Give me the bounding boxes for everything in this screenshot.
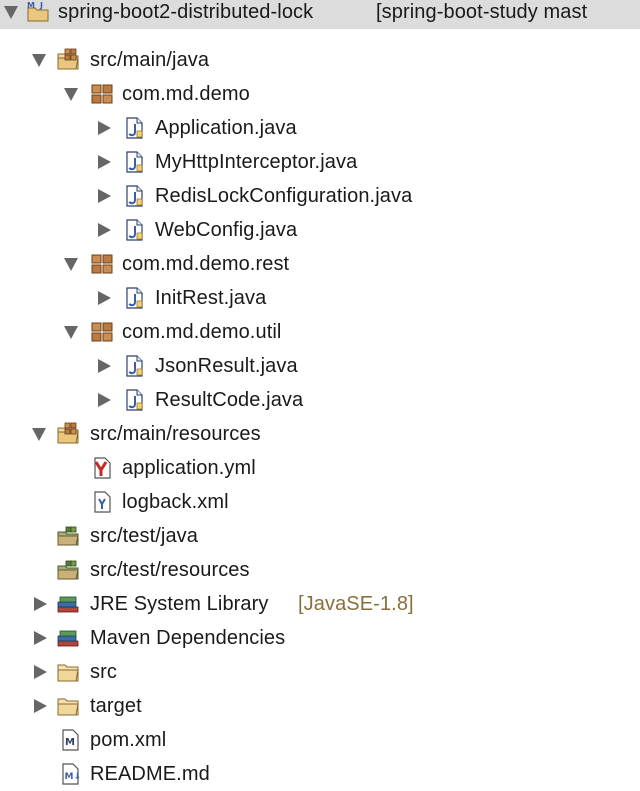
tree-item-label: JRE System Library — [90, 593, 269, 615]
tree-row-src-test-java[interactable]: src/test/java — [0, 519, 640, 553]
tree-item-label: spring-boot2-distributed-lock — [58, 1, 314, 23]
collapse-twisty-icon[interactable] — [98, 393, 111, 407]
library-icon — [56, 592, 80, 616]
source-folder-icon — [56, 422, 80, 446]
expand-twisty-icon[interactable] — [4, 6, 18, 19]
project-branch-decoration: [spring-boot-study mast — [376, 1, 588, 23]
java-enum-file-icon — [122, 388, 146, 412]
tree-item-label: README.md — [90, 763, 210, 785]
tree-row-java-file[interactable]: Application.java — [0, 111, 640, 145]
collapse-twisty-icon[interactable] — [34, 665, 47, 679]
folder-icon — [56, 660, 80, 684]
test-source-folder-icon — [56, 558, 80, 582]
tree-item-label: ResultCode.java — [155, 389, 304, 411]
tree-row-xml-file[interactable]: logback.xml — [0, 485, 640, 519]
tree-row-maven-dependencies[interactable]: Maven Dependencies — [0, 621, 640, 655]
tree-item-label: target — [90, 695, 142, 717]
tree-row-src-test-resources[interactable]: src/test/resources — [0, 553, 640, 587]
package-icon — [90, 320, 114, 344]
tree-row-package-com-md-demo-rest[interactable]: com.md.demo.rest — [0, 247, 640, 281]
jre-version-decoration: [JavaSE-1.8] — [298, 593, 414, 615]
source-folder-icon — [56, 48, 80, 72]
tree-row-jre-library[interactable]: JRE System Library [JavaSE-1.8] — [0, 587, 640, 621]
collapse-twisty-icon[interactable] — [98, 121, 111, 135]
java-file-icon — [122, 116, 146, 140]
maven-pom-icon — [58, 728, 82, 752]
package-icon — [90, 82, 114, 106]
tree-row-java-file[interactable]: RedisLockConfiguration.java — [0, 179, 640, 213]
tree-item-label: src/main/resources — [90, 423, 261, 445]
tree-row-target-folder[interactable]: target — [0, 689, 640, 723]
tree-item-label: src/test/resources — [90, 559, 250, 581]
java-file-icon — [122, 184, 146, 208]
collapse-twisty-icon[interactable] — [34, 699, 47, 713]
project-explorer-tree: spring-boot2-distributed-lock [spring-bo… — [0, 0, 640, 788]
tree-row-pom-file[interactable]: pom.xml — [0, 723, 640, 757]
collapse-twisty-icon[interactable] — [98, 223, 111, 237]
tree-row-java-file[interactable]: JsonResult.java — [0, 349, 640, 383]
collapse-twisty-icon[interactable] — [34, 597, 47, 611]
tree-item-label: application.yml — [122, 457, 256, 479]
library-icon — [56, 626, 80, 650]
collapse-twisty-icon[interactable] — [34, 631, 47, 645]
tree-row-src-main-resources[interactable]: src/main/resources — [0, 417, 640, 451]
package-icon — [90, 252, 114, 276]
tree-item-label: com.md.demo.rest — [122, 253, 290, 275]
markdown-file-icon — [58, 762, 82, 786]
tree-item-label: src/main/java — [90, 49, 210, 71]
tree-row-package-com-md-demo-util[interactable]: com.md.demo.util — [0, 315, 640, 349]
java-file-icon — [122, 354, 146, 378]
java-file-icon — [122, 150, 146, 174]
tree-item-label: com.md.demo.util — [122, 321, 282, 343]
tree-item-label: src/test/java — [90, 525, 198, 547]
tree-item-label: pom.xml — [90, 729, 167, 751]
tree-row-package-com-md-demo[interactable]: com.md.demo — [0, 77, 640, 111]
tree-item-label: Maven Dependencies — [90, 627, 286, 649]
expand-twisty-icon[interactable] — [64, 88, 78, 101]
yaml-file-icon — [90, 456, 114, 480]
tree-item-label: MyHttpInterceptor.java — [155, 151, 358, 173]
tree-row-java-file[interactable]: WebConfig.java — [0, 213, 640, 247]
tree-item-label: src — [90, 661, 117, 683]
java-file-icon — [122, 286, 146, 310]
expand-twisty-icon[interactable] — [64, 258, 78, 271]
tree-row-project[interactable]: spring-boot2-distributed-lock [spring-bo… — [0, 0, 640, 29]
expand-twisty-icon[interactable] — [32, 428, 46, 441]
test-source-folder-icon — [56, 524, 80, 548]
xml-file-icon — [90, 490, 114, 514]
tree-row-java-file[interactable]: InitRest.java — [0, 281, 640, 315]
collapse-twisty-icon[interactable] — [98, 155, 111, 169]
collapse-twisty-icon[interactable] — [98, 359, 111, 373]
tree-row-src-main-java[interactable]: src/main/java — [0, 43, 640, 77]
tree-row-java-file[interactable]: MyHttpInterceptor.java — [0, 145, 640, 179]
java-file-icon — [122, 218, 146, 242]
tree-item-label: Application.java — [155, 117, 297, 139]
collapse-twisty-icon[interactable] — [98, 189, 111, 203]
tree-row-yml-file[interactable]: application.yml — [0, 451, 640, 485]
tree-item-label: logback.xml — [122, 491, 229, 513]
tree-item-label: InitRest.java — [155, 287, 267, 309]
expand-twisty-icon[interactable] — [32, 54, 46, 67]
folder-icon — [56, 694, 80, 718]
tree-item-label: RedisLockConfiguration.java — [155, 185, 413, 207]
tree-item-label: com.md.demo — [122, 83, 250, 105]
maven-java-project-icon — [26, 0, 50, 24]
tree-item-label: WebConfig.java — [155, 219, 298, 241]
expand-twisty-icon[interactable] — [64, 326, 78, 339]
tree-row-src-folder[interactable]: src — [0, 655, 640, 689]
tree-row-java-enum-file[interactable]: ResultCode.java — [0, 383, 640, 417]
tree-item-label: JsonResult.java — [155, 355, 298, 377]
tree-row-readme-file[interactable]: README.md — [0, 757, 640, 791]
collapse-twisty-icon[interactable] — [98, 291, 111, 305]
